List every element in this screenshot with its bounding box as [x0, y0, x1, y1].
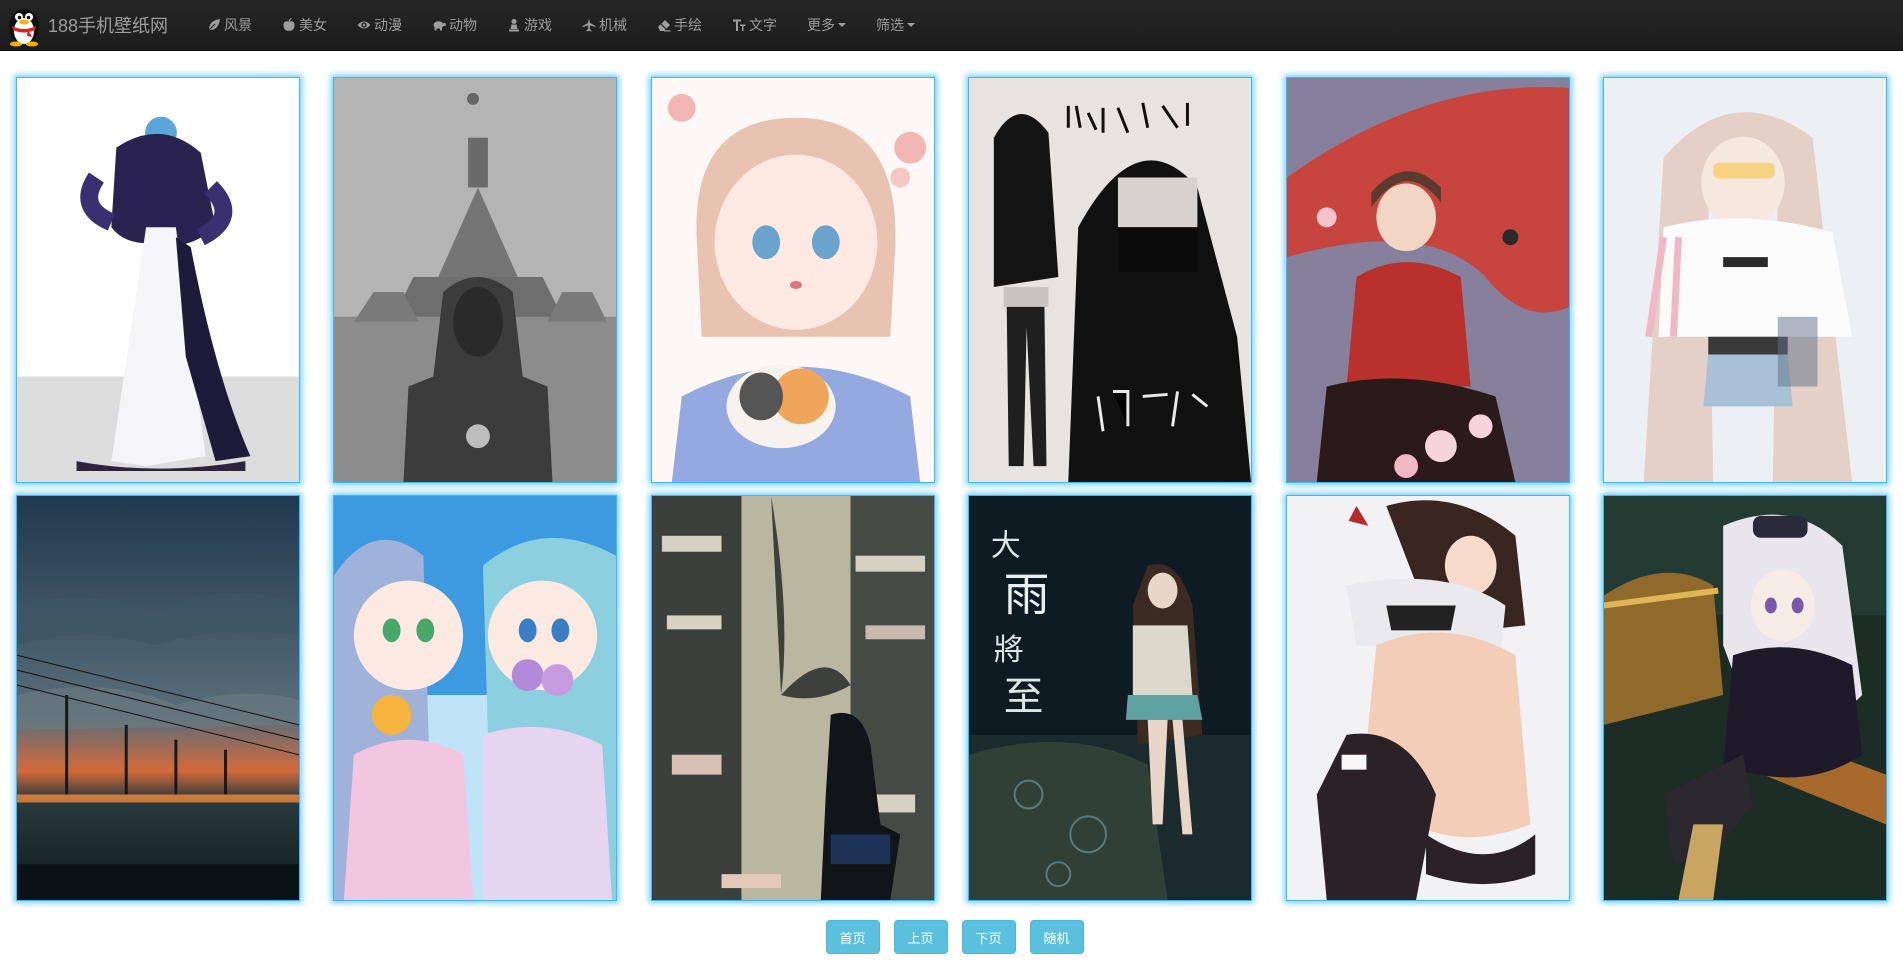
pawn-icon: [507, 18, 521, 32]
nav-item-label: 动物: [449, 17, 478, 33]
tortoise-icon: [432, 18, 446, 32]
erase-icon: [657, 18, 671, 32]
site-title: 188手机壁纸网: [48, 16, 169, 36]
nav-item-text[interactable]: 文字: [717, 0, 792, 51]
first-page-button[interactable]: 首页: [825, 920, 880, 954]
penguin-logo-icon: [4, 3, 44, 47]
svg-text:大: 大: [991, 529, 1021, 564]
nav-item-games[interactable]: 游戏: [492, 0, 567, 51]
nav-item-label: 手绘: [674, 17, 703, 33]
text-size-icon: [732, 18, 746, 32]
nav-item-anime[interactable]: 动漫: [342, 0, 417, 51]
wallpaper-thumbnail[interactable]: [1603, 495, 1887, 901]
eye-icon: [357, 18, 371, 32]
wallpaper-thumbnail[interactable]: [1286, 77, 1570, 483]
svg-text:至: 至: [1004, 674, 1044, 720]
more-dropdown[interactable]: 更多: [792, 0, 861, 51]
pagination: 首页 上页 下页 随机: [0, 920, 1903, 954]
nav-item-label: 风景: [224, 17, 253, 33]
nav-item-label: 机械: [599, 17, 628, 33]
nav-item-label: 动漫: [374, 17, 403, 33]
more-dropdown-label: 更多: [807, 17, 836, 33]
wallpaper-thumbnail[interactable]: 大 雨 將 至: [968, 495, 1252, 901]
wallpaper-thumbnail[interactable]: [1603, 77, 1887, 483]
wallpaper-thumbnail[interactable]: [1286, 495, 1570, 901]
svg-text:雨: 雨: [1004, 568, 1050, 621]
brand-link[interactable]: 188手机壁纸网: [0, 0, 168, 51]
apple-icon: [282, 18, 296, 32]
caret-down-icon: [838, 23, 847, 27]
nav-item-beauty[interactable]: 美女: [267, 0, 342, 51]
wallpaper-thumbnail[interactable]: [651, 495, 935, 901]
nav-item-label: 文字: [749, 17, 778, 33]
top-navbar: 188手机壁纸网 风景 美女 动漫 动物 游戏 机械 手绘 文字 更多 筛选: [0, 0, 1903, 51]
caret-down-icon: [907, 23, 916, 27]
leaf-icon: [207, 18, 221, 32]
nav-item-scenery[interactable]: 风景: [192, 0, 267, 51]
nav-item-mechanical[interactable]: 机械: [567, 0, 642, 51]
wallpaper-thumbnail[interactable]: [968, 77, 1252, 483]
wallpaper-thumbnail[interactable]: [333, 495, 617, 901]
svg-text:將: 將: [994, 633, 1024, 668]
nav-item-handdrawn[interactable]: 手绘: [642, 0, 717, 51]
wallpaper-thumbnail[interactable]: [16, 495, 300, 901]
filter-dropdown-label: 筛选: [876, 17, 905, 33]
random-page-button[interactable]: 随机: [1029, 920, 1084, 954]
next-page-button[interactable]: 下页: [961, 920, 1016, 954]
filter-dropdown[interactable]: 筛选: [861, 0, 930, 51]
nav-item-label: 美女: [299, 17, 328, 33]
wallpaper-thumbnail[interactable]: [333, 77, 617, 483]
plane-icon: [582, 18, 596, 32]
nav-item-label: 游戏: [524, 17, 553, 33]
previous-page-button[interactable]: 上页: [893, 920, 948, 954]
wallpaper-thumbnail[interactable]: [16, 77, 300, 483]
nav-item-animals[interactable]: 动物: [417, 0, 492, 51]
wallpaper-thumbnail[interactable]: [651, 77, 935, 483]
